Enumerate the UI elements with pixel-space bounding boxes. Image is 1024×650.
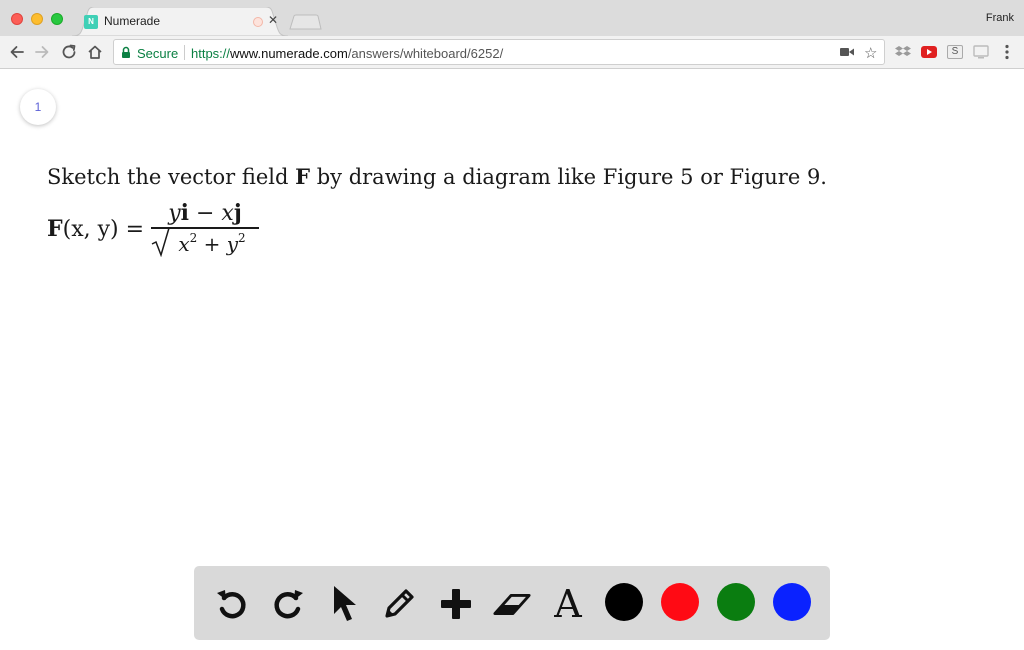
url-scheme: https://: [191, 46, 231, 61]
numerade-favicon-icon: N: [84, 15, 98, 29]
recording-indicator-icon: [253, 17, 263, 27]
video-extension-icon[interactable]: [921, 45, 937, 59]
s-extension-icon[interactable]: S: [947, 45, 963, 59]
window-close-button[interactable]: [11, 13, 23, 25]
back-arrow-icon[interactable]: [8, 43, 26, 61]
text-tool-button[interactable]: A: [548, 582, 588, 626]
select-pointer-button[interactable]: [324, 584, 364, 624]
plus-icon: [441, 589, 471, 619]
question-suffix: by drawing a diagram like Figure 5 or Fi…: [310, 165, 827, 189]
num-y: y: [168, 201, 181, 226]
den-y: y: [226, 231, 239, 256]
radical-overline: [169, 227, 259, 229]
question-text: Sketch the vector field F by drawing a d…: [47, 164, 827, 189]
equation-lhs: F(x, y) =: [47, 216, 144, 242]
window-maximize-button[interactable]: [51, 13, 63, 25]
tab-numerade[interactable]: N Numerade ✕: [72, 7, 288, 36]
cast-extension-icon[interactable]: [973, 45, 989, 59]
drawing-toolbar: A: [194, 566, 830, 640]
tab-bar: N Numerade ✕ Frank: [0, 0, 1024, 36]
address-bar[interactable]: Secure https://www.numerade.com/answers/…: [113, 39, 885, 65]
window-minimize-button[interactable]: [31, 13, 43, 25]
tab-close-icon[interactable]: ✕: [268, 13, 278, 27]
den-op: +: [197, 231, 227, 256]
redo-icon: [274, 590, 303, 619]
question-bold-F: F: [295, 164, 311, 189]
equation-numerator: yi − xj: [151, 200, 259, 226]
url-host: www.numerade.com: [230, 46, 348, 61]
pencil-icon: [385, 589, 414, 618]
page-number-badge[interactable]: 1: [20, 89, 56, 125]
num-j: j: [233, 200, 242, 226]
undo-button[interactable]: [212, 584, 252, 624]
question-prefix: Sketch the vector field: [47, 165, 296, 189]
square-root-icon: [151, 226, 171, 257]
eraser-icon: [493, 593, 531, 615]
eraser-tool-button[interactable]: [492, 584, 532, 624]
redo-button[interactable]: [268, 584, 308, 624]
browser-toolbar: Secure https://www.numerade.com/answers/…: [0, 36, 1024, 69]
home-icon[interactable]: [86, 43, 104, 61]
equation-fraction: yi − xj x2 + y2: [151, 200, 259, 257]
url-text[interactable]: https://www.numerade.com/answers/whitebo…: [191, 46, 503, 61]
dropbox-extension-icon[interactable]: [895, 45, 911, 59]
color-blue-swatch[interactable]: [773, 583, 811, 621]
pointer-arrow-icon: [334, 586, 356, 621]
eq-F: F: [47, 216, 63, 242]
equation-denominator: x2 + y2: [151, 226, 259, 257]
num-op: −: [188, 201, 222, 226]
den-exp-2: 2: [238, 230, 246, 245]
color-red-swatch[interactable]: [661, 583, 699, 621]
pencil-tool-button[interactable]: [379, 584, 419, 624]
new-tab-button[interactable]: [288, 14, 322, 30]
undo-icon: [217, 590, 246, 619]
add-shape-button[interactable]: [436, 584, 476, 624]
lock-icon: [122, 46, 130, 58]
color-green-swatch[interactable]: [717, 583, 755, 621]
camera-icon[interactable]: [840, 47, 854, 57]
eq-args: (x, y) =: [62, 217, 145, 242]
profile-name[interactable]: Frank: [986, 12, 1014, 24]
tab-title: Numerade: [104, 14, 161, 28]
reload-icon[interactable]: [60, 43, 78, 61]
browser-menu-icon[interactable]: [1004, 44, 1010, 60]
num-x: x: [221, 201, 234, 226]
secure-label: Secure: [137, 46, 179, 61]
address-separator: [184, 45, 185, 60]
den-x: x: [178, 231, 190, 256]
num-i: i: [180, 200, 189, 226]
bookmark-star-icon[interactable]: ☆: [864, 44, 877, 62]
color-black-swatch[interactable]: [605, 583, 643, 621]
url-path: /answers/whiteboard/6252/: [347, 46, 504, 61]
forward-arrow-icon[interactable]: [33, 43, 51, 61]
